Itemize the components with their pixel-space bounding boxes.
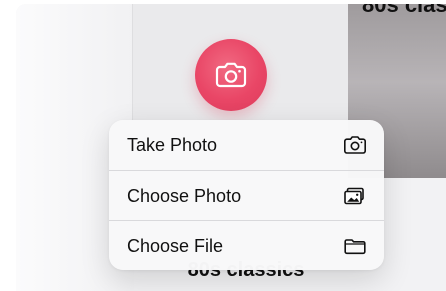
camera-icon: [343, 135, 367, 155]
menu-item-label: Take Photo: [127, 135, 218, 155]
album-card-title: 80s clas: [362, 4, 446, 17]
camera-icon: [215, 62, 247, 88]
menu-item-label: Choose Photo: [127, 186, 242, 206]
take-photo-menu-item[interactable]: Take Photo: [109, 120, 384, 170]
choose-file-menu-item[interactable]: Choose File: [109, 220, 384, 270]
photo-library-icon: [343, 186, 367, 206]
context-menu: Take Photo Choose Photo Choose File: [109, 120, 384, 270]
camera-button[interactable]: [195, 39, 267, 111]
choose-photo-menu-item[interactable]: Choose Photo: [109, 170, 384, 221]
menu-item-label: Choose File: [127, 236, 224, 256]
folder-icon: [343, 236, 367, 256]
app-screen: 80s clas 80s classics Take Photo Choose …: [16, 4, 446, 291]
